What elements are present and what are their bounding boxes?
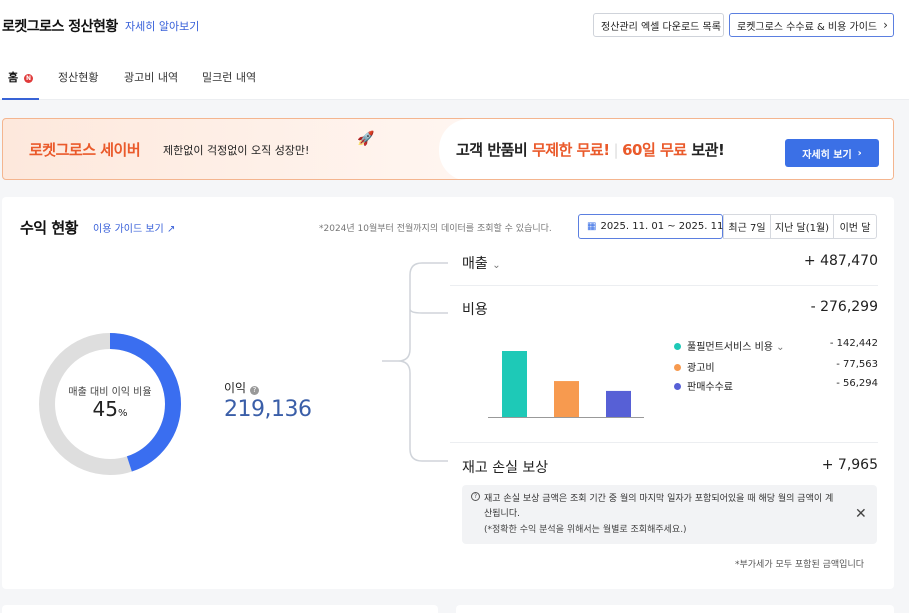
cost-label: 비용 xyxy=(462,302,488,318)
calendar-icon: ▦ xyxy=(587,221,597,232)
legend-dot xyxy=(674,343,681,350)
ratio-number: 45 xyxy=(92,397,118,421)
close-icon[interactable]: ✕ xyxy=(855,506,867,522)
legend-fulfillment[interactable]: 풀필먼트서비스 비용 ⌄ xyxy=(674,338,785,353)
tab-ad-costs[interactable]: 광고비 내역 xyxy=(124,69,178,85)
rocket-icon: 🚀 xyxy=(357,131,375,147)
inventory-loss-value: + 7,965 xyxy=(821,457,878,473)
fee-guide-label: 로켓그로스 수수료 & 비용 가이드 xyxy=(737,21,878,33)
sales-label: 매출 xyxy=(462,256,488,272)
divider xyxy=(450,442,878,443)
tab-settlement[interactable]: 정산현황 xyxy=(58,69,98,85)
info-subtext: (*정확한 수익 분석을 위해서는 월별로 조회해주세요.) xyxy=(484,525,687,535)
cost-bar-chart xyxy=(488,351,644,418)
banner-tagline: 제한없이 걱정없이 오직 성장만! xyxy=(163,144,310,157)
tab-milkrun[interactable]: 밀크런 내역 xyxy=(202,69,256,85)
inventory-loss-label: 재고 손실 보상 xyxy=(462,460,549,476)
legend-ad-cost: 광고비 xyxy=(674,359,715,374)
period-last-month[interactable]: 지난 달(1월) xyxy=(770,214,834,239)
profit-value: 219,136 xyxy=(224,397,312,422)
banner-msg-part-3: 60일 무료 xyxy=(622,141,687,159)
banner-msg-part-4: 보관! xyxy=(691,141,725,159)
legend-fee-label: 판매수수료 xyxy=(687,382,733,393)
chevron-down-icon: ⌄ xyxy=(776,342,785,353)
divider xyxy=(450,285,878,286)
banner-brand: 로켓그로스 세이버 xyxy=(29,141,141,159)
sales-row-label[interactable]: 매출 ⌄ xyxy=(462,253,501,273)
usage-guide-link[interactable]: 이용 가이드 보기 ↗ xyxy=(93,220,175,235)
banner-detail-label: 자세히 보기 xyxy=(802,149,852,161)
cost-bar xyxy=(606,390,631,417)
banner-msg-part-1: 고객 반품비 xyxy=(456,141,528,159)
banner-msg-part-2: 무제한 무료! xyxy=(531,141,610,159)
new-badge: N xyxy=(23,74,33,83)
cost-bar xyxy=(502,351,527,417)
cost-value: - 276,299 xyxy=(810,299,878,315)
tab-bar: 홈 N 정산현황 광고비 내역 밀크런 내역 xyxy=(0,60,909,100)
active-tab-indicator xyxy=(2,98,39,100)
ratio-unit: % xyxy=(117,408,128,419)
date-range-picker[interactable]: ▦ 2025. 11. 01 ~ 2025. 11. 30 xyxy=(578,214,742,239)
ratio-value: 45% xyxy=(35,397,185,421)
period-last-7-days[interactable]: 최근 7일 xyxy=(723,214,771,239)
fee-guide-button[interactable]: 로켓그로스 수수료 & 비용 가이드 › xyxy=(729,13,894,37)
info-text: 재고 손실 보상 금액은 조회 기간 중 월의 마지막 일자가 포함되어있을 때… xyxy=(484,494,834,519)
detail-link[interactable]: 자세히 알아보기 xyxy=(125,18,199,34)
vat-note: *부가세가 모두 포함된 금액입니다 xyxy=(735,560,865,570)
legend-fulfillment-label: 풀필먼트서비스 비용 xyxy=(687,342,773,353)
banner-separator: | xyxy=(613,141,619,159)
banner-message: 고객 반품비 무제한 무료! | 60일 무료 보관! xyxy=(456,139,725,160)
legend-ad-value: - 77,563 xyxy=(836,359,878,370)
excel-download-list-label: 정산관리 엑셀 다운로드 목록 xyxy=(601,21,721,33)
chevron-down-icon: ⌄ xyxy=(492,260,501,271)
legend-sales-fee: 판매수수료 xyxy=(674,378,733,393)
header: 로켓그로스 정산현황 자세히 알아보기 정산관리 엑셀 다운로드 목록 로켓그로… xyxy=(0,0,909,100)
page-title: 로켓그로스 정산현황 xyxy=(2,19,118,35)
excel-download-list-button[interactable]: 정산관리 엑셀 다운로드 목록 xyxy=(593,13,724,37)
period-this-month[interactable]: 이번 달 xyxy=(833,214,877,239)
legend-fulfillment-value: - 142,442 xyxy=(829,338,878,349)
help-icon[interactable]: ? xyxy=(249,386,259,395)
legend-fee-value: - 56,294 xyxy=(836,378,878,389)
ratio-label: 매출 대비 이익 비율 xyxy=(68,387,152,398)
legend-ad-label: 광고비 xyxy=(687,363,715,374)
tab-home[interactable]: 홈 N xyxy=(8,69,33,85)
inventory-loss-info: ? 재고 손실 보상 금액은 조회 기간 중 월의 마지막 일자가 포함되어있을… xyxy=(462,485,877,544)
banner-detail-button[interactable]: 자세히 보기 › xyxy=(785,139,879,167)
question-icon: ? xyxy=(471,492,480,501)
chevron-right-icon: › xyxy=(857,147,862,159)
data-range-note: *2024년 10월부터 전월까지의 데이터를 조회할 수 있습니다. xyxy=(319,224,552,234)
revenue-status-card: 수익 현황 이용 가이드 보기 ↗ *2024년 10월부터 전월까지의 데이터… xyxy=(2,197,894,589)
profit-label-text: 이익 xyxy=(224,381,247,395)
promo-banner[interactable]: 로켓그로스 세이버 제한없이 걱정없이 오직 성장만! 🚀 고객 반품비 무제한… xyxy=(2,118,894,180)
sales-value: + 487,470 xyxy=(803,253,878,269)
breakdown-bracket xyxy=(382,262,448,462)
next-card-right xyxy=(456,605,894,613)
external-link-icon: ↗ xyxy=(166,224,176,235)
usage-guide-label: 이용 가이드 보기 xyxy=(93,224,164,235)
cost-bar xyxy=(554,381,579,417)
profit-label: 이익 ? xyxy=(224,379,259,396)
legend-dot xyxy=(674,383,681,390)
chevron-right-icon: › xyxy=(883,18,888,32)
date-range-value: 2025. 11. 01 ~ 2025. 11. 30 xyxy=(600,221,743,232)
tab-home-label: 홈 xyxy=(8,71,19,84)
next-card-left xyxy=(2,605,438,613)
legend-dot xyxy=(674,364,681,371)
revenue-title: 수익 현황 xyxy=(20,219,78,237)
